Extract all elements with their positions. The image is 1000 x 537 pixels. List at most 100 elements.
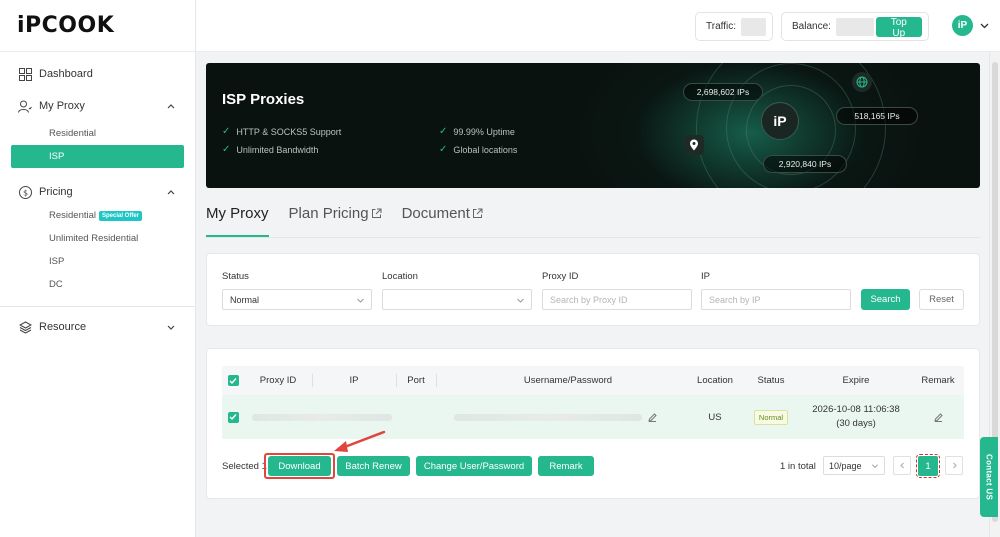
user-icon (18, 99, 32, 113)
prev-page-button[interactable] (893, 456, 911, 475)
edit-pencil-icon[interactable] (647, 412, 657, 422)
sidebar-item-residential[interactable]: Residential (0, 122, 195, 145)
dashboard-icon (18, 67, 32, 81)
banner-feature: ✓ HTTP & SOCKS5 Support (222, 126, 341, 137)
banner-feature: ✓ Global locations (439, 144, 517, 155)
proxy-id-input[interactable] (542, 289, 692, 310)
column-header-expire: Expire (842, 375, 870, 386)
batch-renew-button[interactable]: Batch Renew (337, 456, 410, 476)
location-select[interactable] (382, 289, 532, 310)
remark-cell (912, 395, 964, 439)
search-button[interactable]: Search (861, 289, 910, 310)
proxy-id-filter-label: Proxy ID (542, 271, 579, 282)
sidebar: iPCOOK Dashboard My Proxy Residential IS… (0, 0, 196, 537)
ipcook-center-logo: iP (761, 102, 799, 140)
annotation-arrow (334, 430, 386, 452)
page-tabs: My Proxy Plan Pricing Document (206, 205, 503, 237)
chevron-down-icon[interactable] (979, 20, 990, 31)
tab-plan-pricing[interactable]: Plan Pricing (289, 205, 382, 237)
select-all-checkbox[interactable] (227, 375, 239, 386)
redacted-credentials (454, 414, 642, 421)
sidebar-item-label: Dashboard (39, 68, 93, 80)
banner-feature: ✓ Unlimited Bandwidth (222, 144, 318, 155)
brand-logo-text: iPCOOK (17, 13, 115, 38)
column-header-port: Port (407, 375, 425, 386)
edit-credentials-cell (642, 395, 662, 439)
row-checkbox[interactable] (227, 411, 239, 423)
sidebar-item-dashboard[interactable]: Dashboard (0, 62, 195, 86)
status-select[interactable]: Normal (222, 289, 372, 310)
sidebar-item-label: Unlimited Residential (49, 233, 139, 244)
expire-date: 2026-10-08 11:06:38 (812, 404, 900, 415)
select-all-cell (222, 366, 244, 395)
sidebar-item-pricing-dc[interactable]: DC (0, 273, 195, 296)
check-icon: ✓ (439, 126, 448, 137)
chevron-down-icon (872, 464, 878, 468)
chevron-right-icon (952, 462, 957, 469)
ip-count-pill: 518,165 IPs (836, 107, 918, 125)
sidebar-item-my-proxy[interactable]: My Proxy (0, 94, 195, 118)
tab-label: Plan Pricing (288, 205, 369, 222)
reset-button[interactable]: Reset (919, 289, 964, 310)
sidebar-item-unlimited-residential[interactable]: Unlimited Residential (0, 227, 195, 250)
page-size-select[interactable]: 10/page (823, 456, 885, 475)
svg-text:$: $ (22, 188, 27, 197)
tab-document[interactable]: Document (402, 205, 483, 237)
change-user-password-button[interactable]: Change User/Password (416, 456, 532, 476)
ip-count-pill: 2,698,602 IPs (683, 83, 763, 101)
table-header: Proxy ID IP Port Username/Password Locat… (222, 366, 964, 395)
traffic-indicator: Traffic: (695, 12, 773, 41)
edit-pencil-icon[interactable] (933, 412, 943, 422)
traffic-value-redacted (741, 17, 766, 36)
sidebar-item-pricing-residential[interactable]: Residential Special Offer (0, 204, 195, 227)
column-header-remark: Remark (921, 375, 955, 386)
external-link-icon (472, 208, 483, 218)
download-button[interactable]: Download (268, 456, 331, 476)
contact-us-tab[interactable]: Contact US (980, 437, 998, 517)
selected-count: Selected 1 (222, 461, 267, 472)
column-header-location: Location (697, 375, 733, 386)
status-filter-label: Status (222, 271, 249, 282)
sidebar-item-pricing-isp[interactable]: ISP (0, 250, 195, 273)
sidebar-item-label: DC (49, 279, 63, 290)
check-icon: ✓ (222, 126, 231, 137)
feature-text: Unlimited Bandwidth (236, 144, 319, 155)
proxy-table-card: Proxy ID IP Port Username/Password Locat… (206, 348, 980, 499)
banner-title: ISP Proxies (222, 91, 305, 108)
avatar[interactable]: iP (952, 15, 973, 36)
ip-input[interactable] (701, 289, 851, 310)
feature-text: 99.99% Uptime (453, 126, 515, 137)
feature-text: HTTP & SOCKS5 Support (236, 126, 342, 137)
remark-button[interactable]: Remark (538, 456, 594, 476)
banner-feature: ✓ 99.99% Uptime (439, 126, 515, 137)
status-select-value: Normal (230, 294, 260, 305)
filter-card: Status Normal Location Proxy ID IP Searc… (206, 253, 980, 326)
check-icon: ✓ (439, 144, 448, 155)
tab-my-proxy[interactable]: My Proxy (206, 205, 269, 237)
balance-label: Balance: (792, 21, 831, 32)
sidebar-item-label: ISP (49, 256, 65, 267)
column-header-ip: IP (349, 375, 359, 386)
feature-text: Global locations (453, 144, 518, 155)
next-page-button[interactable] (945, 456, 963, 475)
column-header-proxy-id: Proxy ID (259, 375, 297, 386)
page-number-current[interactable]: 1 (916, 454, 940, 478)
brand-logo[interactable]: iPCOOK (0, 0, 195, 52)
row-select-cell (222, 395, 244, 439)
sidebar-item-label: My Proxy (39, 100, 85, 112)
ip-filter-label: IP (701, 271, 710, 282)
column-header-status: Status (757, 375, 785, 386)
sidebar-item-isp[interactable]: ISP (11, 145, 184, 168)
expire-days-remaining: (30 days) (836, 418, 876, 429)
chevron-left-icon (899, 462, 904, 469)
tab-label: Document (401, 205, 470, 222)
top-up-button[interactable]: Top Up (875, 16, 922, 39)
external-link-icon (371, 208, 382, 218)
column-header-username-password: Username/Password (523, 375, 613, 386)
sidebar-item-resource[interactable]: Resource (0, 315, 195, 339)
ip-count-pill: 2,920,840 IPs (763, 155, 847, 173)
redacted-proxy-id-ip (252, 414, 392, 421)
sidebar-item-pricing[interactable]: $ Pricing (0, 180, 195, 204)
status-badge: Normal (753, 409, 789, 425)
location-filter-label: Location (382, 271, 418, 282)
